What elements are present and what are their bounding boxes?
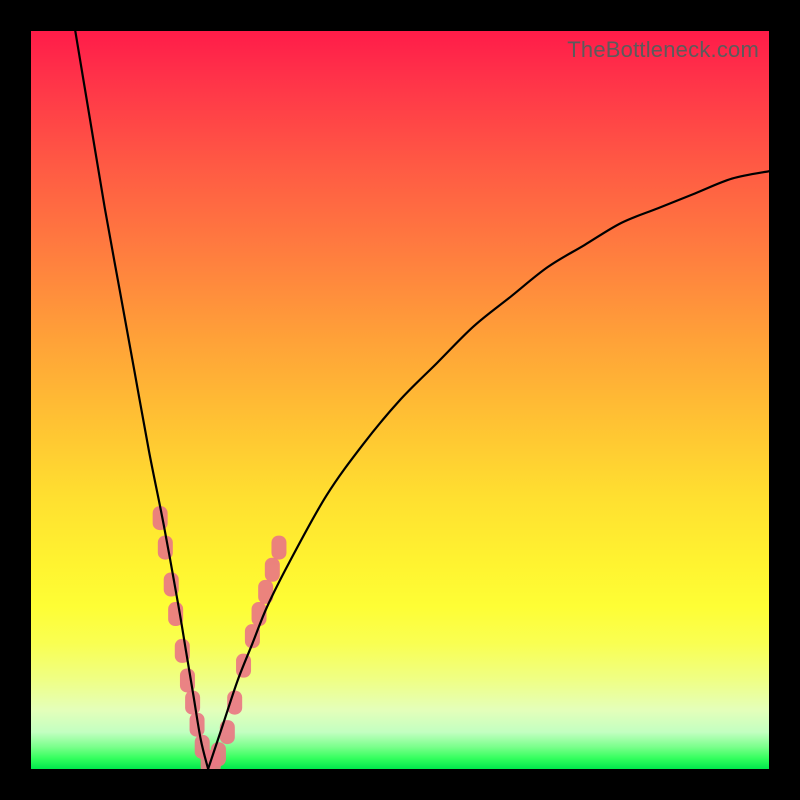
curve-right-branch <box>208 171 769 769</box>
chart-svg <box>31 31 769 769</box>
chart-frame: TheBottleneck.com <box>0 0 800 800</box>
data-marker <box>271 536 286 560</box>
marker-layer <box>153 506 287 769</box>
data-marker <box>265 558 280 582</box>
curve-left-branch <box>75 31 208 769</box>
plot-area: TheBottleneck.com <box>31 31 769 769</box>
